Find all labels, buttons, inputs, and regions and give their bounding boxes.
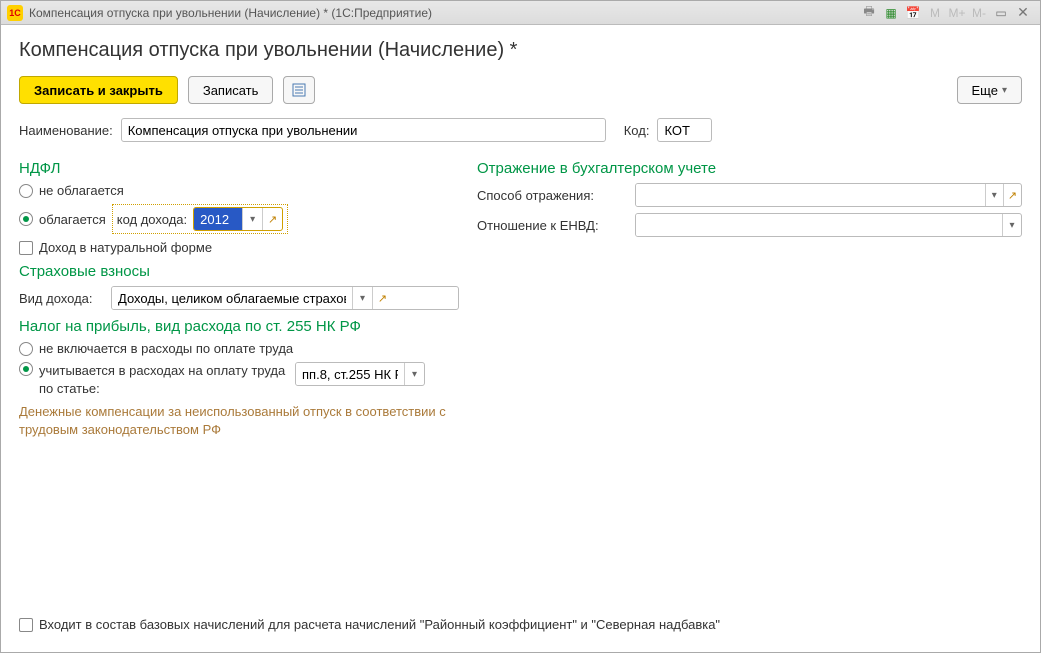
natural-income-checkbox[interactable] [19, 241, 33, 255]
profit-yes-label: учитывается в расходах на оплату труда п… [39, 362, 289, 397]
profit-radio-yes[interactable] [19, 362, 33, 376]
profit-radio-no[interactable] [19, 342, 33, 356]
code-label: Код: [624, 123, 650, 138]
code-input[interactable] [657, 118, 712, 142]
page-title: Компенсация отпуска при увольнении (Начи… [19, 39, 1022, 62]
profit-note: Денежные компенсации за неиспользованный… [19, 403, 459, 439]
method-open-icon[interactable]: ↗ [1003, 184, 1021, 206]
minimize-icon[interactable]: ▭ [992, 4, 1010, 22]
save-close-button[interactable]: Записать и закрыть [19, 76, 178, 104]
more-button[interactable]: Еще [957, 76, 1022, 104]
ndfl-radio-yes[interactable] [19, 212, 33, 226]
toolbar: Записать и закрыть Записать Еще [19, 76, 1022, 104]
name-label: Наименование: [19, 123, 113, 138]
method-label: Способ отражения: [477, 188, 629, 203]
accounting-title: Отражение в бухгалтерском учете [477, 160, 1022, 177]
method-input[interactable] [636, 184, 985, 206]
window-title: Компенсация отпуска при увольнении (Начи… [29, 6, 432, 20]
base-accruals-label: Входит в состав базовых начислений для р… [39, 617, 720, 632]
ndfl-no-label: не облагается [39, 183, 124, 198]
income-code-label: код дохода: [117, 212, 187, 227]
envd-input[interactable] [636, 214, 1002, 236]
envd-dropdown[interactable]: ▾ [1002, 214, 1021, 236]
income-kind-label: Вид дохода: [19, 291, 105, 306]
name-row: Наименование: Код: [19, 118, 1022, 142]
base-accruals-checkbox[interactable] [19, 618, 33, 632]
income-code-input[interactable] [194, 208, 242, 230]
m-icon-3[interactable]: M- [970, 4, 988, 22]
name-input[interactable] [121, 118, 606, 142]
insurance-title: Страховые взносы [19, 263, 459, 280]
method-dropdown[interactable]: ▾ [985, 184, 1003, 206]
ndfl-radio-no[interactable] [19, 184, 33, 198]
profit-article-dropdown[interactable]: ▾ [404, 363, 424, 385]
ndfl-title: НДФЛ [19, 160, 459, 177]
profit-tax-title: Налог на прибыль, вид расхода по ст. 255… [19, 318, 459, 335]
titlebar: 1C Компенсация отпуска при увольнении (Н… [1, 1, 1040, 25]
income-kind-input[interactable] [112, 287, 352, 309]
ndfl-yes-label: облагается [39, 212, 106, 227]
save-button[interactable]: Записать [188, 76, 274, 104]
print-icon[interactable]: 🖶 [860, 4, 878, 22]
m-icon-1[interactable]: M [926, 4, 944, 22]
envd-label: Отношение к ЕНВД: [477, 218, 629, 233]
calendar-icon[interactable]: 📅 [904, 4, 922, 22]
income-kind-open-icon[interactable]: ↗ [372, 287, 392, 309]
profit-no-label: не включается в расходы по оплате труда [39, 341, 293, 356]
report-icon-button[interactable] [283, 76, 315, 104]
natural-income-label: Доход в натуральной форме [39, 240, 212, 255]
close-icon[interactable]: ✕ [1014, 4, 1032, 22]
m-icon-2[interactable]: M+ [948, 4, 966, 22]
calculator-icon[interactable]: ▦ [882, 4, 900, 22]
income-code-dropdown[interactable]: ▾ [242, 208, 262, 230]
list-icon [292, 83, 306, 97]
profit-article-input[interactable] [296, 363, 404, 385]
income-kind-dropdown[interactable]: ▾ [352, 287, 372, 309]
app-logo: 1C [7, 5, 23, 21]
income-code-open-icon[interactable]: ↗ [262, 208, 282, 230]
